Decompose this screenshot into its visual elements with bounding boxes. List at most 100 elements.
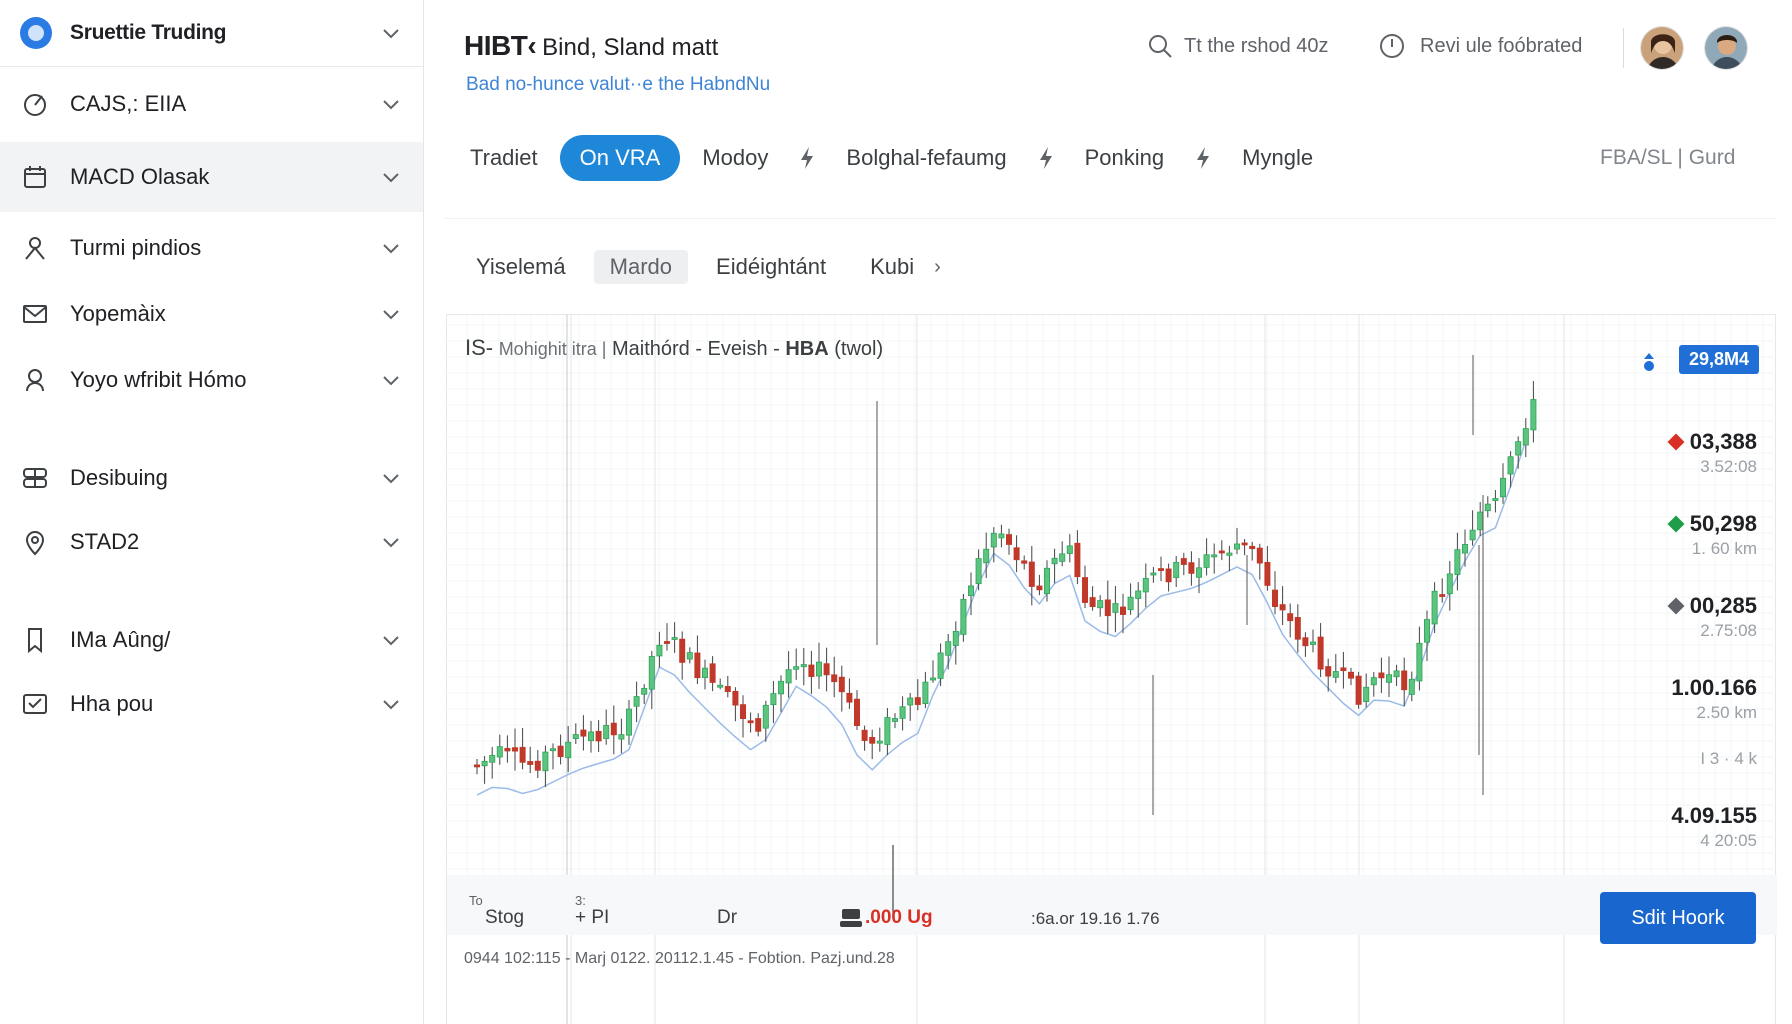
price-level: 4.09.155 4 20:05 bbox=[1671, 803, 1757, 851]
price-level-value: 4.09.155 bbox=[1671, 803, 1757, 828]
chevron-down-icon[interactable] bbox=[379, 302, 403, 326]
grid-toggle[interactable]: FBA/SL | Gurd bbox=[1600, 146, 1735, 170]
candle bbox=[793, 648, 800, 680]
sidebar-item-yopemaix[interactable]: Yopemàix bbox=[0, 286, 423, 342]
page-title-symbol: HIBT‹ bbox=[464, 30, 537, 61]
candle bbox=[1287, 603, 1294, 638]
subtab-eideightant[interactable]: Eidéightánt bbox=[700, 250, 842, 284]
price-level: 03,388 3.52:08 bbox=[1667, 429, 1757, 477]
neutral-marker-icon bbox=[1667, 597, 1685, 615]
chevron-right-icon[interactable]: › bbox=[934, 256, 941, 279]
candle bbox=[838, 665, 845, 712]
sidebar-item-desibuing[interactable]: Desibuing bbox=[0, 450, 423, 506]
sidebar-item-turmi[interactable]: Turmi pindios bbox=[0, 220, 423, 276]
app-window: Sruettie Truding CAJS,: EIIA MACD Olasak… bbox=[0, 0, 1792, 1024]
chart-title-bold: HBA bbox=[785, 338, 829, 360]
candle bbox=[1211, 543, 1218, 574]
page-title-text: Bind, Sland matt bbox=[542, 34, 719, 61]
candle bbox=[496, 734, 503, 765]
chart-title-suffix: (twol) bbox=[828, 338, 884, 360]
candle bbox=[1386, 656, 1393, 698]
location-pin-icon bbox=[20, 527, 50, 557]
chevron-down-icon[interactable] bbox=[379, 628, 403, 652]
sidebar-item-label: Desibuing bbox=[70, 465, 168, 490]
candle bbox=[1218, 540, 1225, 561]
moving-average-line bbox=[476, 440, 1527, 796]
candle bbox=[945, 633, 952, 670]
header-divider bbox=[1623, 28, 1624, 68]
volume-value: .000 Ug bbox=[865, 907, 933, 928]
sidebar-item-macd[interactable]: MACD Olasak bbox=[0, 142, 423, 212]
sidebar-item-hha-pou[interactable]: Hha pou bbox=[0, 676, 423, 732]
sidebar-item-label: Yopemàix bbox=[70, 301, 166, 326]
candle bbox=[747, 712, 754, 733]
tab-modoy[interactable]: Modoy bbox=[684, 135, 786, 181]
candle bbox=[1066, 534, 1073, 563]
price-level: 50,298 1. 60 km bbox=[1667, 511, 1757, 559]
candle bbox=[1226, 545, 1233, 571]
subtab-yiselema[interactable]: Yiselemá bbox=[460, 250, 582, 284]
tab-ponking[interactable]: Ponking bbox=[1067, 135, 1183, 181]
candle bbox=[823, 647, 830, 692]
candle bbox=[489, 746, 496, 779]
inbox-icon bbox=[20, 689, 50, 719]
candle bbox=[1104, 580, 1111, 634]
candle bbox=[1332, 654, 1339, 683]
tab-myngle[interactable]: Myngle bbox=[1224, 135, 1331, 181]
chart-title-light: Mohighit itra | bbox=[498, 339, 607, 359]
tab-on-vra[interactable]: On VRA bbox=[559, 135, 681, 181]
sidebar-item-yoyo[interactable]: Yoyo wfribit Hómo bbox=[0, 352, 423, 408]
sidebar-item-stad2[interactable]: STAD2 bbox=[0, 514, 423, 570]
search-input[interactable]: Tt the rshod 40z bbox=[1146, 32, 1329, 60]
chevron-down-icon[interactable] bbox=[379, 21, 403, 45]
chevron-down-icon[interactable] bbox=[379, 466, 403, 490]
sidebar-item-cajs[interactable]: CAJS,: EIIA bbox=[0, 76, 423, 132]
candle bbox=[831, 656, 838, 698]
candle bbox=[861, 725, 868, 751]
review-button[interactable]: Revi ule foóbrated bbox=[1378, 32, 1582, 60]
candle bbox=[770, 680, 777, 724]
candle bbox=[1127, 583, 1134, 615]
tab-bolghal[interactable]: Bolghal-fefaumg bbox=[828, 135, 1024, 181]
candle bbox=[504, 735, 511, 763]
candle bbox=[603, 709, 610, 745]
sidebar-header[interactable]: Sruettie Truding bbox=[0, 0, 423, 67]
candle bbox=[1340, 651, 1347, 689]
candle bbox=[914, 679, 921, 711]
price-level-sub: 2.75:08 bbox=[1700, 621, 1757, 640]
candle bbox=[975, 549, 982, 591]
chevron-down-icon[interactable] bbox=[379, 165, 403, 189]
candle bbox=[1036, 574, 1043, 596]
subtab-kubi[interactable]: Kubi bbox=[854, 250, 930, 284]
sidebar-item-ima-aung[interactable]: IMа Aûng/ bbox=[0, 612, 423, 668]
candle bbox=[1135, 582, 1142, 618]
subtab-mardo[interactable]: Mardo bbox=[593, 250, 689, 284]
chart-panel: IS- Mohighit itra | Maithórd - Eveish - … bbox=[446, 314, 1777, 1024]
avatar[interactable] bbox=[1704, 26, 1748, 70]
current-price-badge[interactable]: 29,8M4 bbox=[1678, 345, 1759, 374]
page-subtitle-link[interactable]: Bad no-hunce valut··e the HabndNu bbox=[466, 74, 770, 96]
tab-tradiet[interactable]: Tradiet bbox=[452, 135, 556, 181]
candle bbox=[679, 631, 686, 680]
candle bbox=[1363, 673, 1370, 708]
chevron-down-icon[interactable] bbox=[379, 692, 403, 716]
avatar[interactable] bbox=[1640, 26, 1684, 70]
chevron-down-icon[interactable] bbox=[379, 236, 403, 260]
bookmark-icon bbox=[20, 625, 50, 655]
candle bbox=[1241, 538, 1248, 556]
page-title: HIBT‹ Bind, Sland matt bbox=[464, 30, 718, 62]
candle bbox=[1522, 418, 1529, 458]
candle bbox=[1462, 529, 1469, 567]
chevron-down-icon[interactable] bbox=[379, 530, 403, 554]
edit-hook-button[interactable]: Sdit Hoork bbox=[1600, 892, 1756, 944]
chevron-down-icon[interactable] bbox=[379, 92, 403, 116]
search-text: Tt the rshod 40z bbox=[1184, 34, 1329, 57]
candle bbox=[1180, 552, 1187, 576]
candle bbox=[1021, 555, 1028, 570]
price-level-sub: I 3 · 4 k bbox=[1700, 749, 1757, 768]
candle bbox=[998, 524, 1005, 548]
candle bbox=[808, 650, 815, 694]
candle bbox=[512, 728, 519, 771]
chevron-down-icon[interactable] bbox=[379, 368, 403, 392]
stog-label: Stog bbox=[485, 907, 525, 928]
